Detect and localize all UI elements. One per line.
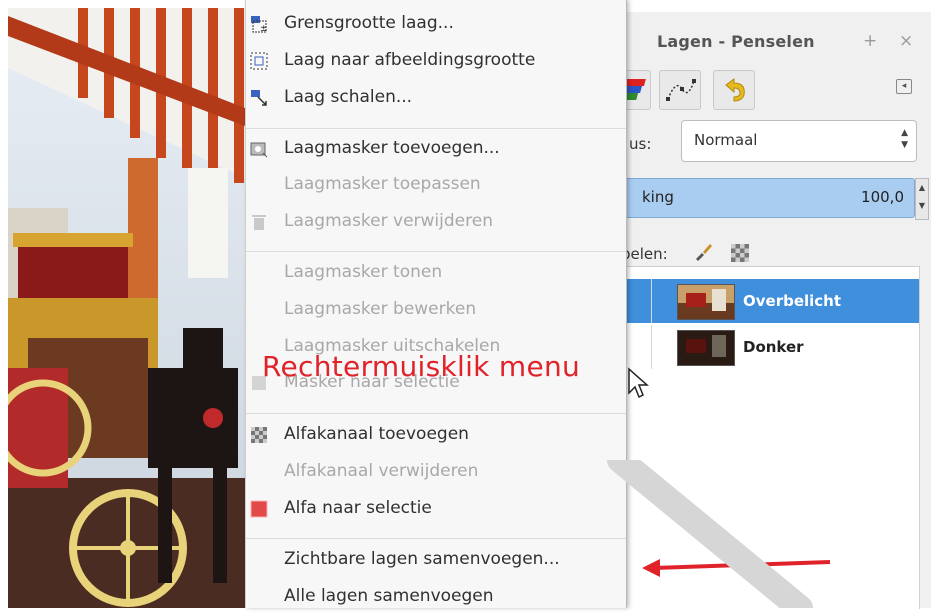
- dock-title: Lagen - Penselen: [657, 32, 815, 51]
- menu-item[interactable]: Zichtbare lagen samenvoegen...: [246, 542, 626, 578]
- menu-item[interactable]: Alfakanaal toevoegen: [246, 417, 626, 453]
- lock-label: pelen:: [621, 245, 668, 263]
- menu-item[interactable]: Laagmasker toevoegen...: [246, 131, 626, 167]
- layer-name: Donker: [743, 338, 804, 356]
- menu-item-label: Laagmasker toevoegen...: [284, 138, 500, 158]
- annotation-label: Rechtermuisklik menu: [262, 350, 581, 383]
- menu-item-label: Laagmasker bewerken: [284, 299, 477, 319]
- undo-tab-icon: [725, 78, 745, 102]
- menu-item-label: Laagmasker verwijderen: [284, 211, 493, 231]
- menu-item[interactable]: Laag naar afbeeldingsgrootte: [246, 43, 626, 79]
- mode-select[interactable]: Normaal ▲ ▼: [681, 120, 917, 162]
- menu-separator: [246, 128, 626, 129]
- trash-icon: [252, 215, 266, 230]
- menu-item: Laagmasker toepassen: [246, 167, 626, 203]
- opacity-label: king: [642, 188, 674, 206]
- menu-item[interactable]: Alfa naar selectie: [246, 491, 626, 527]
- lock-pixels-icon[interactable]: [693, 242, 713, 262]
- paths-tab-icon: [666, 79, 696, 101]
- layer-boundary-icon: ±: [251, 16, 268, 33]
- svg-text:±: ±: [260, 24, 268, 33]
- mode-value: Normaal: [694, 131, 758, 149]
- menu-item-label: Alfakanaal toevoegen: [284, 424, 469, 444]
- menu-item[interactable]: Alle lagen samenvoegen: [246, 579, 626, 615]
- mode-label: us:: [629, 135, 652, 153]
- tab-paths[interactable]: [659, 70, 701, 110]
- add-layer-mask-icon: [250, 142, 268, 158]
- layer-thumbnail: [677, 330, 735, 366]
- scale-layer-icon: [251, 90, 267, 106]
- updown-icon: ▲ ▼: [901, 128, 908, 150]
- context-menu: ± Grensgrootte laag... Laag naar afbeeldin…: [245, 0, 627, 608]
- menu-item: Laagmasker verwijderen: [246, 204, 626, 240]
- layer-divider: [651, 325, 652, 369]
- alpha-to-selection-icon: [250, 500, 268, 518]
- close-dock-button[interactable]: ×: [899, 31, 913, 51]
- tab-undo[interactable]: [713, 70, 755, 110]
- menu-item-label: Alle lagen samenvoegen: [284, 586, 494, 606]
- layer-thumbnail: [677, 284, 735, 320]
- canvas-image: [8, 8, 245, 608]
- menu-separator: [246, 538, 626, 539]
- layer-row[interactable]: Overbelicht: [601, 279, 919, 323]
- menu-item[interactable]: Laag schalen...: [246, 80, 626, 116]
- opacity-spinner[interactable]: ▲ ▼: [915, 178, 929, 220]
- watermark-icon: [607, 460, 813, 608]
- menu-item-label: Laagmasker tonen: [284, 262, 443, 282]
- menu-separator: [246, 413, 626, 414]
- menu-item-label: Laagmasker toepassen: [284, 174, 481, 194]
- menu-item-label: Alfa naar selectie: [284, 498, 432, 518]
- layer-to-image-size-icon: [250, 52, 268, 70]
- opacity-slider[interactable]: king 100,0: [621, 178, 915, 218]
- mouse-cursor-icon: [628, 367, 649, 399]
- menu-item: Laagmasker tonen: [246, 255, 626, 291]
- opacity-value: 100,0: [861, 188, 904, 206]
- layer-row[interactable]: Donker: [601, 325, 919, 369]
- menu-item-label: Grensgrootte laag...: [284, 13, 454, 33]
- dock-tabs: [601, 66, 931, 112]
- menu-item[interactable]: ± Grensgrootte laag...: [246, 6, 626, 42]
- layer-divider: [651, 279, 652, 323]
- menu-item-label: Laag naar afbeeldingsgrootte: [284, 50, 536, 70]
- menu-separator: [246, 251, 626, 252]
- tab-menu-button[interactable]: ◂: [896, 79, 912, 94]
- menu-item-label: Laag schalen...: [284, 87, 413, 107]
- lock-alpha-icon[interactable]: [731, 244, 749, 262]
- add-tab-button[interactable]: +: [863, 31, 877, 51]
- layer-name: Overbelicht: [743, 292, 842, 310]
- menu-item: Alfakanaal verwijderen: [246, 454, 626, 490]
- menu-item-label: Alfakanaal verwijderen: [284, 461, 479, 481]
- menu-item-label: Zichtbare lagen samenvoegen...: [284, 549, 560, 569]
- menu-item: Laagmasker bewerken: [246, 292, 626, 328]
- add-alpha-channel-icon: [251, 427, 267, 443]
